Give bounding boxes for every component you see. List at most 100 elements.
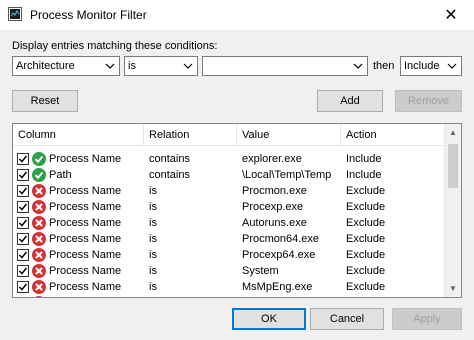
reset-button[interactable]: Reset	[12, 90, 78, 112]
table-row[interactable]: Operation begins with IRP_MJ_ Exclude	[13, 295, 445, 298]
cancel-button[interactable]: Cancel	[310, 308, 384, 330]
table-row[interactable]: Process Name is Autoruns.exe Exclude	[13, 215, 445, 231]
row-checkbox[interactable]	[17, 185, 29, 197]
include-check-icon	[32, 152, 46, 166]
check-icon	[18, 251, 28, 259]
cell-relation: is	[149, 185, 157, 197]
header-relation[interactable]: Relation	[144, 124, 237, 146]
cell-column: Path	[49, 169, 72, 181]
column-select-value: Architecture	[16, 60, 75, 72]
title-bar: Process Monitor Filter ✕	[0, 0, 474, 30]
cell-relation: is	[149, 233, 157, 245]
ok-button[interactable]: OK	[232, 308, 306, 330]
cell-column: Operation	[49, 295, 144, 297]
vertical-scrollbar[interactable]: ▲ ▼	[444, 124, 461, 297]
cell-column: Process Name	[49, 281, 122, 293]
cell-action: Exclude	[346, 217, 386, 229]
cell-relation: is	[149, 201, 157, 213]
header-column[interactable]: Column	[13, 124, 144, 146]
cell-action: Exclude	[346, 295, 441, 297]
cell-relation: is	[149, 249, 157, 261]
row-checkbox[interactable]	[17, 281, 29, 293]
remove-button[interactable]: Remove	[395, 90, 462, 112]
row-checkbox[interactable]	[17, 201, 29, 213]
procmon-app-icon	[8, 7, 22, 21]
cell-column: Process Name	[49, 153, 122, 165]
apply-button[interactable]: Apply	[392, 308, 462, 330]
exclude-x-icon	[32, 280, 46, 294]
cell-action: Include	[346, 169, 382, 181]
check-icon	[18, 155, 28, 163]
action-select[interactable]: Include	[400, 56, 462, 76]
cell-action: Exclude	[346, 281, 386, 293]
check-icon	[18, 235, 28, 243]
cell-relation: is	[149, 281, 157, 293]
cell-value: Procmon64.exe	[242, 233, 320, 245]
exclude-x-icon	[32, 184, 46, 198]
header-value[interactable]: Value	[237, 124, 341, 146]
row-checkbox[interactable]	[17, 265, 29, 277]
cell-column: Process Name	[49, 249, 122, 261]
cell-action: Exclude	[346, 233, 386, 245]
cell-relation: contains	[149, 169, 190, 181]
table-row[interactable]: Process Name is Procmon64.exe Exclude	[13, 231, 445, 247]
value-input[interactable]	[202, 56, 368, 76]
cell-column: Process Name	[49, 185, 122, 197]
table-row[interactable]: Process Name contains explorer.exe Include	[13, 151, 445, 167]
action-select-value: Include	[404, 60, 440, 72]
cell-value: System	[242, 265, 279, 277]
exclude-x-icon	[32, 264, 46, 278]
exclude-x-icon	[35, 296, 43, 297]
table-row[interactable]: Process Name is MsMpEng.exe Exclude	[13, 279, 445, 295]
cell-action: Exclude	[346, 185, 386, 197]
cell-value: Procexp64.exe	[242, 249, 316, 261]
check-icon	[18, 283, 28, 291]
row-checkbox[interactable]	[17, 153, 29, 165]
header-action[interactable]: Action	[341, 124, 445, 146]
table-row[interactable]: Process Name is Procexp64.exe Exclude	[13, 247, 445, 263]
close-button[interactable]: ✕	[428, 0, 474, 30]
row-checkbox[interactable]	[17, 217, 29, 229]
cell-value: Procmon.exe	[242, 185, 307, 197]
exclude-x-icon	[32, 232, 46, 246]
conditions-label: Display entries matching these condition…	[12, 40, 218, 52]
cell-action: Exclude	[346, 265, 386, 277]
check-icon	[18, 203, 28, 211]
scroll-thumb[interactable]	[448, 144, 458, 188]
check-icon	[18, 267, 28, 275]
cell-action: Include	[346, 153, 382, 165]
cell-value: MsMpEng.exe	[242, 281, 313, 293]
column-select[interactable]: Architecture	[12, 56, 120, 76]
add-button[interactable]: Add	[317, 90, 383, 112]
chevron-down-icon	[183, 63, 193, 69]
cell-value: explorer.exe	[242, 153, 302, 165]
include-check-icon	[32, 168, 46, 182]
table-row[interactable]: Path contains \Local\Temp\Temp Include	[13, 167, 445, 183]
relation-select[interactable]: is	[124, 56, 198, 76]
scroll-up-icon[interactable]: ▲	[448, 128, 458, 138]
row-checkbox[interactable]	[17, 297, 29, 298]
list-header: Column Relation Value Action	[13, 124, 445, 146]
window-title: Process Monitor Filter	[30, 8, 147, 22]
relation-select-value: is	[128, 60, 136, 72]
cell-action: Exclude	[346, 249, 386, 261]
table-row[interactable]: Process Name is Procmon.exe Exclude	[13, 183, 445, 199]
exclude-x-icon	[32, 248, 46, 262]
then-label: then	[373, 60, 395, 72]
cell-value: Procexp.exe	[242, 201, 304, 213]
check-icon	[18, 171, 28, 179]
close-icon: ✕	[444, 7, 458, 24]
cell-relation: contains	[149, 153, 190, 165]
table-row[interactable]: Process Name is Procexp.exe Exclude	[13, 199, 445, 215]
cell-relation: is	[149, 217, 157, 229]
cell-action: Exclude	[346, 201, 386, 213]
filter-list[interactable]: Column Relation Value Action Process Nam…	[12, 123, 462, 298]
row-checkbox[interactable]	[17, 249, 29, 261]
cell-value: IRP_MJ_	[242, 295, 341, 297]
cell-value: Autoruns.exe	[242, 217, 307, 229]
row-checkbox[interactable]	[17, 233, 29, 245]
exclude-x-icon	[32, 216, 46, 230]
row-checkbox[interactable]	[17, 169, 29, 181]
scroll-down-icon[interactable]: ▼	[448, 284, 458, 294]
table-row[interactable]: Process Name is System Exclude	[13, 263, 445, 279]
